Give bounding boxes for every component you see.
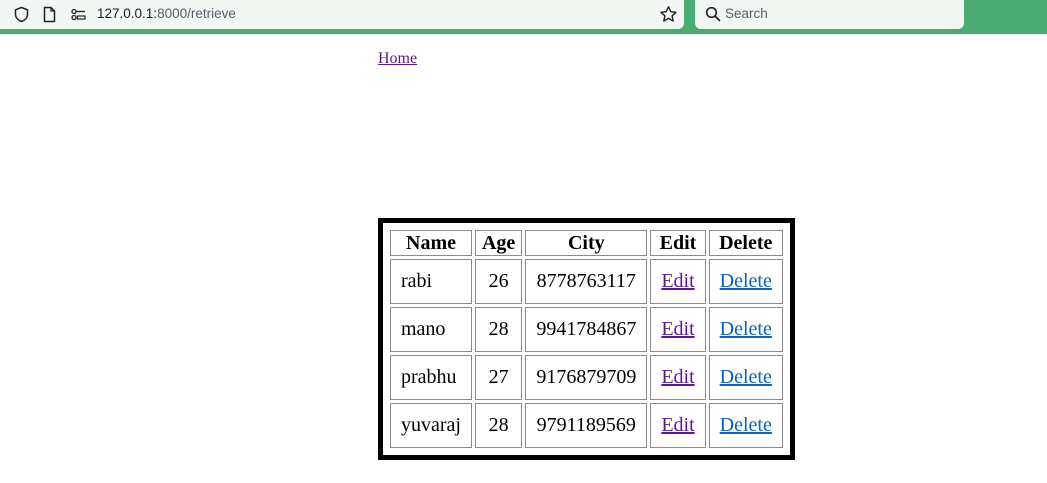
table-header-row: Name Age City Edit Delete xyxy=(390,230,783,256)
edit-link[interactable]: Edit xyxy=(661,366,694,388)
cell-city: 9941784867 xyxy=(525,307,648,352)
cell-edit: Edit xyxy=(650,355,706,400)
url-path: 8000/retrieve xyxy=(157,6,236,21)
header-age: Age xyxy=(474,230,523,256)
cell-name: yuvaraj xyxy=(390,403,472,448)
cell-delete: Delete xyxy=(708,355,783,400)
cell-city: 9791189569 xyxy=(525,403,648,448)
star-icon[interactable] xyxy=(659,5,678,24)
url-text[interactable]: 127.0.0.1:8000/retrieve xyxy=(97,6,236,21)
header-name: Name xyxy=(390,230,472,256)
cell-age: 28 xyxy=(474,307,523,352)
cell-edit: Edit xyxy=(650,259,706,304)
browser-toolbar: 127.0.0.1:8000/retrieve Search xyxy=(0,0,1047,34)
search-icon xyxy=(705,6,721,22)
table-row: mano 28 9941784867 Edit Delete xyxy=(390,307,783,352)
cell-delete: Delete xyxy=(708,259,783,304)
cell-edit: Edit xyxy=(650,307,706,352)
cell-age: 27 xyxy=(474,355,523,400)
search-placeholder: Search xyxy=(725,6,768,21)
edit-link[interactable]: Edit xyxy=(661,414,694,436)
edit-link[interactable]: Edit xyxy=(661,270,694,292)
url-host: 127.0.0.1: xyxy=(97,6,158,21)
cell-age: 26 xyxy=(474,259,523,304)
cell-name: rabi xyxy=(390,259,472,304)
cell-delete: Delete xyxy=(708,403,783,448)
address-bar[interactable]: 127.0.0.1:8000/retrieve xyxy=(0,0,684,29)
search-box[interactable]: Search xyxy=(695,0,964,29)
cell-city: 9176879709 xyxy=(525,355,648,400)
cell-age: 28 xyxy=(474,403,523,448)
delete-link[interactable]: Delete xyxy=(720,366,772,388)
page-icon[interactable] xyxy=(42,6,57,23)
delete-link[interactable]: Delete xyxy=(720,318,772,340)
header-edit: Edit xyxy=(650,230,706,256)
cell-edit: Edit xyxy=(650,403,706,448)
table-row: yuvaraj 28 9791189569 Edit Delete xyxy=(390,403,783,448)
shield-icon[interactable] xyxy=(13,6,30,23)
records-table: Name Age City Edit Delete rabi 26 877876… xyxy=(378,218,795,460)
edit-link[interactable]: Edit xyxy=(661,318,694,340)
home-link[interactable]: Home xyxy=(378,50,417,68)
cell-delete: Delete xyxy=(708,307,783,352)
header-city: City xyxy=(525,230,648,256)
table-row: rabi 26 8778763117 Edit Delete xyxy=(390,259,783,304)
delete-link[interactable]: Delete xyxy=(720,270,772,292)
table-row: prabhu 27 9176879709 Edit Delete xyxy=(390,355,783,400)
cell-name: mano xyxy=(390,307,472,352)
delete-link[interactable]: Delete xyxy=(720,414,772,436)
header-delete: Delete xyxy=(708,230,783,256)
cell-name: prabhu xyxy=(390,355,472,400)
permissions-icon[interactable] xyxy=(70,7,87,22)
cell-city: 8778763117 xyxy=(525,259,648,304)
